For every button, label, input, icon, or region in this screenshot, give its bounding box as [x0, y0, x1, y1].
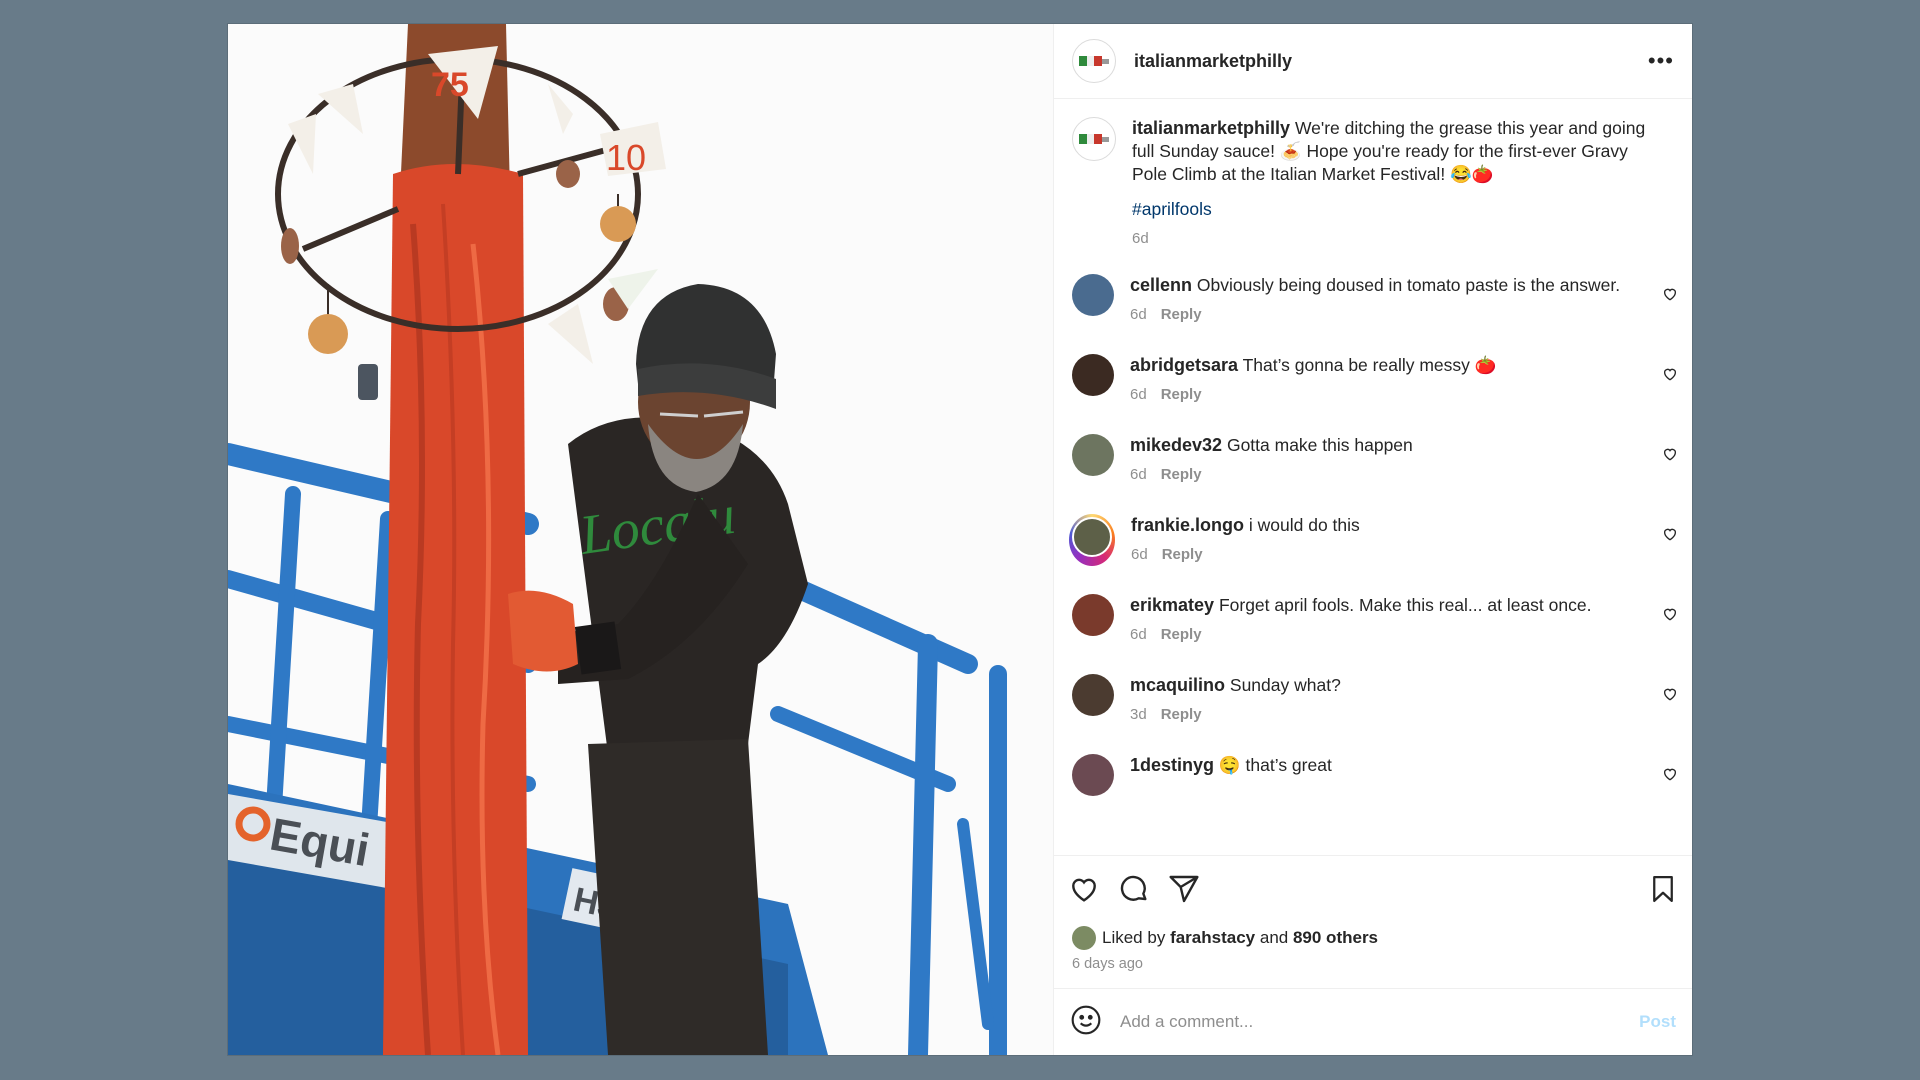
comment-username[interactable]: erikmatey	[1130, 595, 1214, 615]
pole-sign-75: 75	[431, 66, 469, 104]
comment-username[interactable]: mikedev32	[1130, 435, 1222, 455]
comment-item: cellenn Obviously being doused in tomato…	[1054, 274, 1692, 326]
comment-username[interactable]: mcaquilino	[1130, 675, 1225, 695]
comment-item: abridgetsara That’s gonna be really mess…	[1054, 354, 1692, 406]
smiley-icon[interactable]	[1070, 1004, 1102, 1041]
comment-text: Sunday what?	[1229, 675, 1341, 695]
reply-button[interactable]: Reply	[1161, 626, 1202, 643]
reply-button[interactable]: Reply	[1162, 546, 1203, 563]
post-header: italianmarketphilly •••	[1054, 24, 1692, 99]
comment-age: 6d	[1130, 466, 1147, 483]
likes-prefix: Liked by	[1102, 928, 1166, 947]
liker-username[interactable]: farahstacy	[1170, 928, 1255, 948]
account-username[interactable]: italianmarketphilly	[1134, 51, 1292, 72]
photo-illustration: Equi H322 Localu	[228, 24, 1053, 1055]
pole-sign-10: 10	[606, 137, 646, 178]
likes-others-link[interactable]: 890 others	[1293, 928, 1378, 948]
comment-text: 🤤 that’s great	[1218, 755, 1332, 775]
comment-age: 6d	[1131, 546, 1148, 563]
comment-like-heart-icon[interactable]	[1662, 366, 1678, 387]
heart-icon[interactable]	[1068, 873, 1100, 910]
comment-username[interactable]: cellenn	[1130, 275, 1192, 295]
comment-item: mcaquilino Sunday what? 3d Reply	[1054, 674, 1692, 726]
comment-item: erikmatey Forget april fools. Make this …	[1054, 594, 1692, 646]
caption-age: 6d	[1132, 230, 1149, 247]
send-icon[interactable]	[1168, 873, 1200, 910]
bookmark-icon[interactable]	[1648, 874, 1678, 909]
comment-meta: 6d Reply	[1130, 303, 1650, 326]
comment-avatar[interactable]	[1072, 594, 1114, 636]
comment-avatar[interactable]	[1072, 354, 1114, 396]
comment-text: That’s gonna be really messy 🍅	[1242, 355, 1497, 375]
comment-item: mikedev32 Gotta make this happen 6d Reply	[1054, 434, 1692, 486]
comment-age: 6d	[1130, 386, 1147, 403]
comment-text: i would do this	[1248, 515, 1360, 535]
hashtag-link[interactable]: #aprilfools	[1132, 198, 1652, 221]
comment-item: 1destinyg 🤤 that’s great	[1054, 754, 1692, 796]
post-details-panel: italianmarketphilly ••• italianmarketphi…	[1053, 24, 1692, 1055]
action-bar	[1054, 855, 1692, 926]
comment-like-heart-icon[interactable]	[1662, 766, 1678, 787]
post-image[interactable]: Equi H322 Localu	[228, 24, 1053, 1055]
reply-button[interactable]: Reply	[1161, 386, 1202, 403]
reply-button[interactable]: Reply	[1161, 306, 1202, 323]
account-avatar[interactable]	[1072, 39, 1116, 83]
comment-avatar[interactable]	[1072, 674, 1114, 716]
comment-text: Forget april fools. Make this real... at…	[1218, 595, 1592, 615]
comment-like-heart-icon[interactable]	[1662, 446, 1678, 467]
comment-avatar	[1072, 517, 1112, 557]
comment-age: 6d	[1130, 626, 1147, 643]
more-horizontal-icon[interactable]: •••	[1648, 48, 1674, 74]
comment-username[interactable]: 1destinyg	[1130, 755, 1214, 775]
comment-avatar[interactable]	[1072, 274, 1114, 316]
post-caption: italianmarketphilly We're ditching the g…	[1054, 99, 1692, 250]
post-modal: Equi H322 Localu	[228, 24, 1692, 1055]
comment-text: Gotta make this happen	[1226, 435, 1413, 455]
comment-avatar[interactable]	[1072, 754, 1114, 796]
likes-joiner: and	[1259, 928, 1289, 947]
reply-button[interactable]: Reply	[1161, 706, 1202, 723]
post-timestamp: 6 days ago	[1072, 956, 1143, 972]
likes-summary: Liked by farahstacy and 890 others	[1054, 926, 1692, 950]
comment-meta: 3d Reply	[1130, 703, 1650, 726]
comment-input[interactable]	[1118, 1011, 1640, 1033]
liker-avatar[interactable]	[1072, 926, 1096, 950]
comment-age: 6d	[1130, 306, 1147, 323]
story-ring[interactable]	[1069, 514, 1115, 566]
comment-like-heart-icon[interactable]	[1662, 606, 1678, 627]
comment-username[interactable]: frankie.longo	[1131, 515, 1244, 535]
comment-meta: 6d Reply	[1130, 463, 1650, 486]
comment-meta: 6d Reply	[1131, 543, 1651, 566]
italian-market-logo-icon	[1079, 54, 1109, 68]
comment-username[interactable]: abridgetsara	[1130, 355, 1238, 375]
comment-icon[interactable]	[1118, 873, 1150, 910]
comments-scroll-area[interactable]: italianmarketphilly We're ditching the g…	[1054, 99, 1692, 855]
comment-like-heart-icon[interactable]	[1662, 686, 1678, 707]
caption-avatar[interactable]	[1072, 117, 1116, 161]
comment-like-heart-icon[interactable]	[1662, 286, 1678, 307]
comment-text: Obviously being doused in tomato paste i…	[1196, 275, 1621, 295]
comment-meta: 6d Reply	[1130, 383, 1650, 406]
comment-avatar[interactable]	[1072, 434, 1114, 476]
reply-button[interactable]: Reply	[1161, 466, 1202, 483]
comment-item: frankie.longo i would do this 6d Reply	[1054, 514, 1692, 566]
caption-username[interactable]: italianmarketphilly	[1132, 118, 1290, 138]
comment-list: cellenn Obviously being doused in tomato…	[1054, 274, 1692, 796]
comment-composer: Post	[1054, 988, 1692, 1055]
comment-meta: 6d Reply	[1130, 623, 1650, 646]
post-comment-button[interactable]: Post	[1639, 1012, 1676, 1032]
comment-like-heart-icon[interactable]	[1662, 526, 1678, 547]
italian-market-logo-icon	[1079, 132, 1109, 146]
comment-age: 3d	[1130, 706, 1147, 723]
